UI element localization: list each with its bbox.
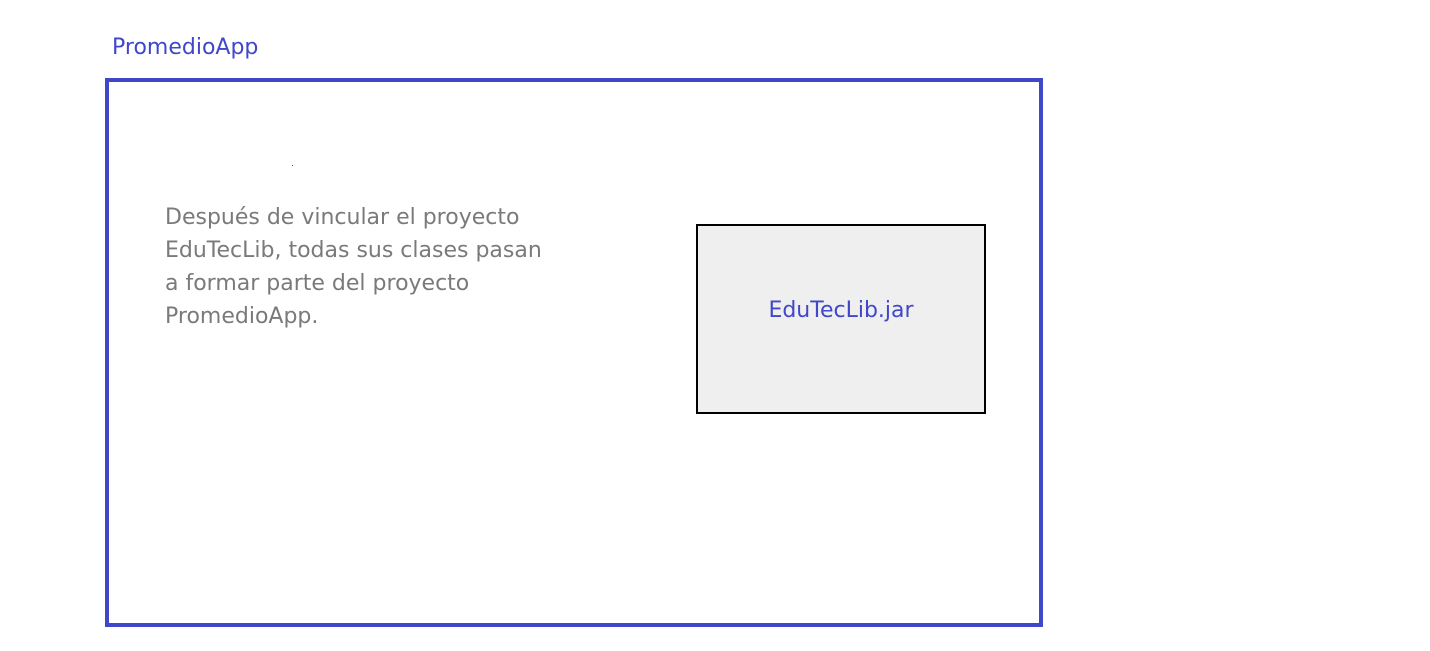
stray-dot bbox=[292, 165, 293, 166]
project-description: Después de vincular el proyecto EduTecLi… bbox=[165, 205, 542, 329]
project-title: PromedioApp bbox=[112, 35, 259, 60]
library-label: EduTecLib.jar bbox=[768, 298, 914, 323]
library-box: EduTecLib.jar bbox=[696, 224, 986, 414]
